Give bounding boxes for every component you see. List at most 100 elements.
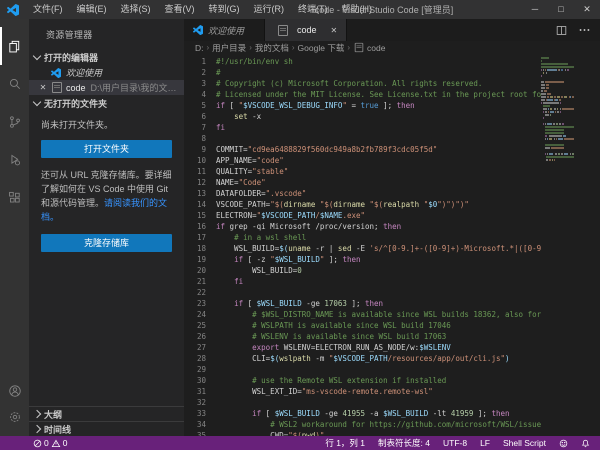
code-line: 8: [184, 133, 600, 144]
notifications-bell-icon[interactable]: [578, 439, 593, 448]
section-open-editors[interactable]: 打开的编辑器: [29, 49, 184, 65]
editor-actions: [556, 19, 600, 41]
workbench: 资源管理器 打开的编辑器 欢迎使用 ✕ code D:\用户目录\我的文档\Go…: [0, 19, 600, 436]
indentation-status[interactable]: 制表符长度: 4: [375, 437, 433, 449]
status-bar: 0 0 行 1，列 1 制表符长度: 4 UTF-8 LF Shell Scri…: [0, 436, 600, 450]
code-line: 27 export WSLENV=ELECTRON_RUN_AS_NODE/w:…: [184, 342, 600, 353]
line-number: 6: [184, 111, 216, 122]
feedback-smiley-icon[interactable]: [556, 439, 571, 448]
menu-item[interactable]: 转到(G): [202, 0, 247, 19]
open-editor-code-path: D:\用户目录\我的文档\Google...: [91, 81, 184, 94]
code-line: 9COMMIT="cd9ea6488829f560dc949a8b2fb789f…: [184, 144, 600, 155]
line-number: 30: [184, 375, 216, 386]
line-number: 33: [184, 408, 216, 419]
problems-status[interactable]: 0 0: [30, 438, 70, 448]
close-editor-icon[interactable]: ✕: [38, 83, 48, 92]
code-line: 19 if [ -z "$WSL_BUILD" ]; then: [184, 254, 600, 265]
menu-item[interactable]: 编辑(E): [70, 0, 114, 19]
sidebar-title: 资源管理器: [29, 19, 184, 49]
code-line: 3# Copyright (c) Microsoft Corporation. …: [184, 78, 600, 89]
title-bar: 文件(F)编辑(E)选择(S)查看(V)转到(G)运行(R)终端(T)帮助(H)…: [0, 0, 600, 19]
code-line: 34 # WSL2 workaround for https://github.…: [184, 419, 600, 430]
line-number: 24: [184, 309, 216, 320]
section-timeline-label: 时间线: [44, 423, 71, 436]
explorer-icon[interactable]: [0, 27, 29, 65]
cursor-position[interactable]: 行 1，列 1: [322, 437, 368, 449]
section-no-folder[interactable]: 无打开的文件夹: [29, 95, 184, 111]
more-actions-icon[interactable]: [579, 28, 590, 32]
split-editor-icon[interactable]: [556, 25, 567, 36]
account-icon[interactable]: [0, 378, 29, 404]
clone-repo-button[interactable]: 克隆存储库: [41, 234, 172, 252]
line-number: 29: [184, 364, 216, 375]
eol-status[interactable]: LF: [477, 438, 493, 448]
breadcrumb-item[interactable]: code: [353, 42, 385, 53]
no-folder-view: 尚未打开文件夹。 打开文件夹 还可从 URL 克隆存储库。要详细了解如何在 VS…: [29, 111, 184, 252]
extensions-icon[interactable]: [0, 179, 29, 217]
breadcrumb-item[interactable]: 我的文档: [255, 42, 289, 54]
encoding-status[interactable]: UTF-8: [440, 438, 470, 448]
breadcrumb-item[interactable]: 用户目录: [212, 42, 246, 54]
search-icon[interactable]: [0, 65, 29, 103]
settings-gear-icon[interactable]: [0, 404, 29, 430]
section-outline[interactable]: 大纲: [29, 406, 184, 421]
open-editor-welcome[interactable]: 欢迎使用: [29, 65, 184, 80]
open-folder-button[interactable]: 打开文件夹: [41, 140, 172, 158]
code-line: 29: [184, 364, 600, 375]
vscode-logo-icon: [193, 25, 203, 35]
editor-area: 欢迎使用 code ✕ D:›用户目录›我的文档›Google 下载›code: [184, 19, 600, 436]
line-number: 4: [184, 89, 216, 100]
breadcrumb-item[interactable]: Google 下载: [298, 42, 345, 54]
warning-icon: [51, 439, 61, 448]
line-number: 3: [184, 78, 216, 89]
breadcrumb-separator: ›: [347, 43, 350, 52]
line-number: 31: [184, 386, 216, 397]
chevron-right-icon: [33, 425, 41, 433]
menu-item[interactable]: 选择(S): [114, 0, 158, 19]
breadcrumb-separator: ›: [292, 43, 295, 52]
file-icon: [278, 25, 288, 36]
sidebar-explorer: 资源管理器 打开的编辑器 欢迎使用 ✕ code D:\用户目录\我的文档\Go…: [29, 19, 184, 436]
line-number: 27: [184, 342, 216, 353]
no-folder-message: 尚未打开文件夹。: [41, 118, 172, 131]
code-line: 1#!/usr/bin/env sh: [184, 56, 600, 67]
line-number: 22: [184, 287, 216, 298]
vscode-logo-icon: [51, 68, 61, 78]
open-editor-code[interactable]: ✕ code D:\用户目录\我的文档\Google...: [29, 80, 184, 95]
minimize-button[interactable]: ─: [522, 0, 548, 19]
code-line: 30 # use the Remote WSL extension if ins…: [184, 375, 600, 386]
language-mode[interactable]: Shell Script: [500, 438, 549, 448]
breadcrumb-separator: ›: [207, 43, 210, 52]
maximize-button[interactable]: □: [548, 0, 574, 19]
close-button[interactable]: ✕: [574, 0, 600, 19]
menu-item[interactable]: 文件(F): [26, 0, 70, 19]
minimap[interactable]: [541, 56, 574, 161]
line-number: 25: [184, 320, 216, 331]
source-control-icon[interactable]: [0, 103, 29, 141]
line-number: 32: [184, 397, 216, 408]
code-line: 26 # WSLENV is available since WSL build…: [184, 331, 600, 342]
error-icon: [33, 439, 42, 448]
clone-description: 还可从 URL 克隆存储库。要详细了解如何在 VS Code 中使用 Git 和…: [41, 169, 172, 225]
code-lines: 1#!/usr/bin/env sh2#3# Copyright (c) Mic…: [184, 56, 600, 436]
code-line: 31 WSL_EXT_ID="ms-vscode-remote.remote-w…: [184, 386, 600, 397]
code-line: 13DATAFOLDER=".vscode": [184, 188, 600, 199]
tab-code[interactable]: code ✕: [265, 19, 347, 41]
menu-item[interactable]: 运行(R): [247, 0, 292, 19]
code-editor[interactable]: 1#!/usr/bin/env sh2#3# Copyright (c) Mic…: [184, 54, 600, 436]
line-number: 5: [184, 100, 216, 111]
line-number: 7: [184, 122, 216, 133]
window-controls: ─ □ ✕: [522, 0, 600, 19]
section-timeline[interactable]: 时间线: [29, 421, 184, 436]
line-number: 12: [184, 177, 216, 188]
tab-close-icon[interactable]: ✕: [331, 26, 338, 35]
run-debug-icon[interactable]: [0, 141, 29, 179]
window-title: code - Visual Studio Code [管理员]: [315, 3, 453, 16]
chevron-down-icon: [33, 52, 41, 60]
tab-welcome[interactable]: 欢迎使用: [184, 19, 265, 41]
menu-item[interactable]: 查看(V): [158, 0, 202, 19]
code-line: 6 set -x: [184, 111, 600, 122]
file-icon: [52, 82, 62, 93]
line-number: 28: [184, 353, 216, 364]
breadcrumb-item[interactable]: D:: [195, 43, 204, 53]
